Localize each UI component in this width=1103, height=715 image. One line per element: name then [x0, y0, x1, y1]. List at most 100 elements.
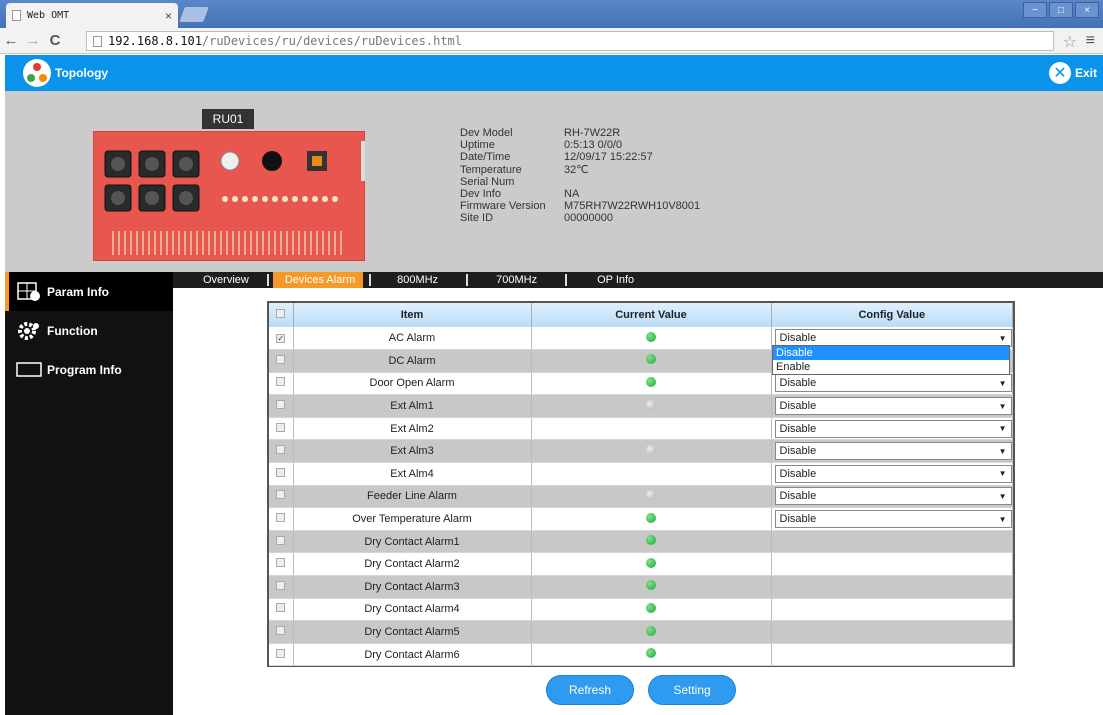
- tab-overview[interactable]: Overview: [173, 272, 267, 288]
- tab-close-icon[interactable]: ×: [165, 9, 172, 23]
- sidebar-item-program-info[interactable]: Program Info: [5, 350, 173, 389]
- status-indicator-icon: [646, 422, 656, 432]
- browser-menu-icon[interactable]: ≡: [1086, 32, 1095, 50]
- tab-devices-alarm[interactable]: Devices Alarm: [272, 272, 364, 288]
- row-checkbox[interactable]: [276, 445, 286, 455]
- sidebar-item-label: Function: [47, 323, 98, 338]
- item-column-header: Item: [293, 303, 532, 327]
- forward-button[interactable]: →: [22, 32, 44, 49]
- item-cell: AC Alarm: [293, 327, 532, 351]
- sidebar-item-param-info[interactable]: Param Info: [5, 272, 173, 311]
- device-info-key: Firmware Version: [460, 200, 546, 213]
- topology-button[interactable]: Topology: [23, 59, 108, 87]
- row-checkbox[interactable]: [276, 648, 286, 658]
- config-value-cell: Disable ▼: [771, 372, 1013, 396]
- bookmark-star-icon[interactable]: ☆: [1063, 32, 1077, 52]
- tab-label: 800MHz: [397, 274, 439, 286]
- back-button[interactable]: ←: [0, 32, 22, 49]
- exit-button[interactable]: ✕ Exit: [1048, 62, 1097, 84]
- row-checkbox[interactable]: [276, 422, 286, 432]
- browser-tab[interactable]: Web OMT ×: [6, 3, 178, 28]
- refresh-button[interactable]: Refresh: [546, 675, 634, 705]
- dropdown-option-disable[interactable]: Disable: [773, 346, 1009, 360]
- device-info-key: Serial Num: [460, 175, 515, 188]
- row-checkbox[interactable]: [276, 603, 286, 613]
- device-image: [93, 131, 365, 261]
- device-info-value: 00000000: [564, 212, 613, 225]
- topology-label: Topology: [55, 66, 109, 80]
- select-all-header: [269, 303, 294, 327]
- table-row: Ext Alm4 Disable ▼: [269, 462, 1013, 486]
- close-window-button[interactable]: ×: [1075, 2, 1099, 18]
- device-info-key: Date/Time: [460, 151, 511, 164]
- device-info-key: Site ID: [460, 212, 494, 225]
- current-value-column-header: Current Value: [531, 303, 772, 327]
- row-checkbox-cell: [269, 394, 294, 418]
- tab-label: 700MHz: [496, 274, 538, 286]
- status-indicator-icon: [646, 512, 656, 523]
- config-select[interactable]: Disable ▼: [774, 464, 1012, 483]
- device-info-row: Firmware Version M75RH7W22RWH10V8001: [460, 200, 700, 212]
- current-value-cell: [531, 575, 772, 599]
- minimize-button[interactable]: −: [1023, 2, 1047, 18]
- row-checkbox-cell: [269, 439, 294, 464]
- device-info-value: M75RH7W22RWH10V8001: [564, 200, 701, 213]
- new-tab-button[interactable]: [179, 7, 209, 22]
- page-icon: [93, 35, 102, 47]
- tab-label: Devices Alarm: [284, 274, 356, 286]
- address-bar[interactable]: 192.168.8.101 /ruDevices/ru/devices/ruDe…: [86, 31, 1054, 51]
- setting-button[interactable]: Setting: [648, 675, 736, 705]
- row-checkbox[interactable]: [276, 354, 286, 364]
- current-value-cell: [531, 462, 772, 486]
- status-indicator-icon: [646, 399, 656, 410]
- current-value-cell: [531, 417, 772, 441]
- device-info-key: Uptime: [460, 139, 495, 152]
- reload-button[interactable]: C: [44, 32, 66, 49]
- device-info-key: Dev Model: [460, 127, 513, 139]
- config-select[interactable]: Disable ▼: [774, 374, 1012, 393]
- maximize-button[interactable]: □: [1049, 2, 1073, 18]
- device-info-row: Temperature 32℃: [460, 164, 700, 176]
- row-checkbox[interactable]: [276, 580, 286, 590]
- device-panel: RU01 Dev Model RH-7W22R Uptime 0:5:13 0/…: [5, 91, 1103, 272]
- row-checkbox[interactable]: [276, 626, 286, 636]
- row-checkbox[interactable]: [276, 535, 286, 545]
- config-select[interactable]: Disable ▼: [774, 397, 1012, 416]
- config-select[interactable]: Disable ▼: [774, 487, 1012, 506]
- current-value-cell: [531, 552, 772, 577]
- status-indicator-icon: [646, 580, 656, 591]
- config-value-column-header: Config Value: [771, 303, 1013, 327]
- row-checkbox[interactable]: [276, 467, 286, 477]
- config-select[interactable]: Disable ▼: [774, 510, 1012, 529]
- row-checkbox[interactable]: [276, 513, 286, 523]
- select-all-checkbox[interactable]: [276, 309, 286, 318]
- row-checkbox[interactable]: [276, 400, 286, 410]
- table-row: Dry Contact Alarm2: [269, 552, 1013, 577]
- dropdown-option-enable[interactable]: Enable: [773, 360, 1009, 374]
- row-checkbox[interactable]: [276, 377, 286, 387]
- current-value-cell: [531, 620, 772, 644]
- config-value-cell: Disable ▼: [771, 439, 1013, 464]
- tab-label: OP Info: [597, 274, 635, 286]
- row-checkbox[interactable]: [276, 490, 286, 500]
- tab-700mhz[interactable]: 700MHz: [468, 272, 565, 288]
- device-info-row: Date/Time 12/09/17 15:22:57: [460, 151, 700, 163]
- status-indicator-icon: [646, 557, 656, 568]
- tab-800mhz[interactable]: 800MHz: [371, 272, 466, 288]
- dropdown-arrow-icon: ▼: [998, 469, 1007, 479]
- table-row: Dry Contact Alarm5: [269, 620, 1013, 644]
- config-value-cell: Disable ▼: [771, 394, 1013, 418]
- row-checkbox[interactable]: ✓: [276, 334, 286, 344]
- dropdown-arrow-icon: ▼: [998, 401, 1007, 411]
- tab-op-info[interactable]: OP Info: [567, 272, 652, 288]
- row-checkbox-cell: [269, 485, 294, 509]
- config-select[interactable]: Disable ▼: [774, 419, 1012, 438]
- exit-icon: ✕: [1048, 62, 1071, 84]
- current-value-cell: [531, 372, 772, 396]
- item-cell: Dry Contact Alarm6: [293, 643, 532, 667]
- row-checkbox[interactable]: [276, 558, 286, 568]
- sidebar-item-function[interactable]: Function: [5, 311, 173, 350]
- config-value-cell: [771, 530, 1013, 554]
- config-select[interactable]: Disable ▼: [774, 442, 1012, 461]
- config-dropdown-list[interactable]: Disable Enable: [772, 345, 1010, 375]
